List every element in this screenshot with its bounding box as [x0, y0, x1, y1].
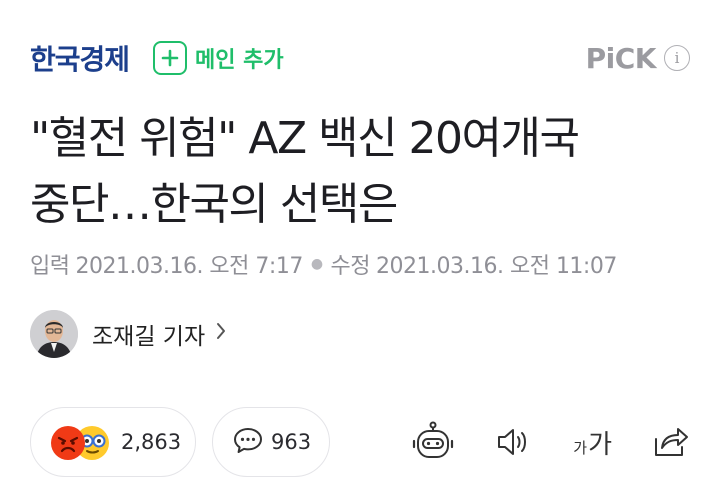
reaction-count: 2,863 — [121, 430, 182, 454]
reporter-link[interactable]: 조재길 기자 — [30, 308, 227, 360]
pick-badge[interactable]: PiCK i — [586, 42, 690, 75]
reaction-button[interactable]: 2,863 — [30, 407, 196, 477]
article-header: 한국경제 메인 추가 PiCK i — [30, 36, 690, 80]
info-icon[interactable]: i — [664, 45, 690, 71]
chevron-right-icon — [215, 321, 227, 347]
font-size-icon[interactable]: 가 가 — [573, 424, 612, 461]
avatar — [30, 310, 78, 358]
comment-button[interactable]: 963 — [212, 407, 330, 477]
reporter-name: 조재길 기자 — [92, 324, 206, 350]
angry-emoji-icon — [51, 426, 85, 460]
modified-label: 수정 — [330, 254, 371, 279]
add-main-label: 메인 추가 — [195, 48, 284, 73]
modified-date: 2021.03.16. 오전 11:07 — [376, 254, 617, 279]
article-title-line2: 중단…한국의 선택은 — [30, 179, 398, 230]
add-main-button[interactable]: 메인 추가 — [153, 41, 284, 75]
separator-dot: ● — [310, 256, 323, 272]
article-actions: 2,863 963 가 가 — [30, 406, 690, 478]
article-title-line1: "혈전 위험" AZ 백신 20여개국 — [30, 113, 580, 164]
comment-count: 963 — [271, 430, 312, 454]
input-label: 입력 — [30, 254, 70, 279]
share-icon[interactable] — [652, 424, 690, 460]
comment-icon — [233, 426, 263, 458]
press-logo[interactable]: 한국경제 — [30, 38, 130, 78]
font-large-glyph: 가 — [588, 429, 612, 460]
summary-bot-icon[interactable] — [411, 420, 455, 464]
font-small-glyph: 가 — [573, 438, 588, 457]
reaction-emojis — [51, 424, 113, 460]
speaker-icon[interactable] — [495, 425, 533, 459]
plus-icon — [153, 41, 188, 75]
article-title: "혈전 위험" AZ 백신 20여개국 중단…한국의 선택은 — [30, 106, 690, 238]
article-dates: 입력 2021.03.16. 오전 7:17 ● 수정 2021.03.16. … — [30, 248, 617, 280]
article-tools: 가 가 — [411, 420, 690, 464]
input-date: 2021.03.16. 오전 7:17 — [75, 254, 303, 279]
pick-label: PiCK — [585, 41, 657, 75]
